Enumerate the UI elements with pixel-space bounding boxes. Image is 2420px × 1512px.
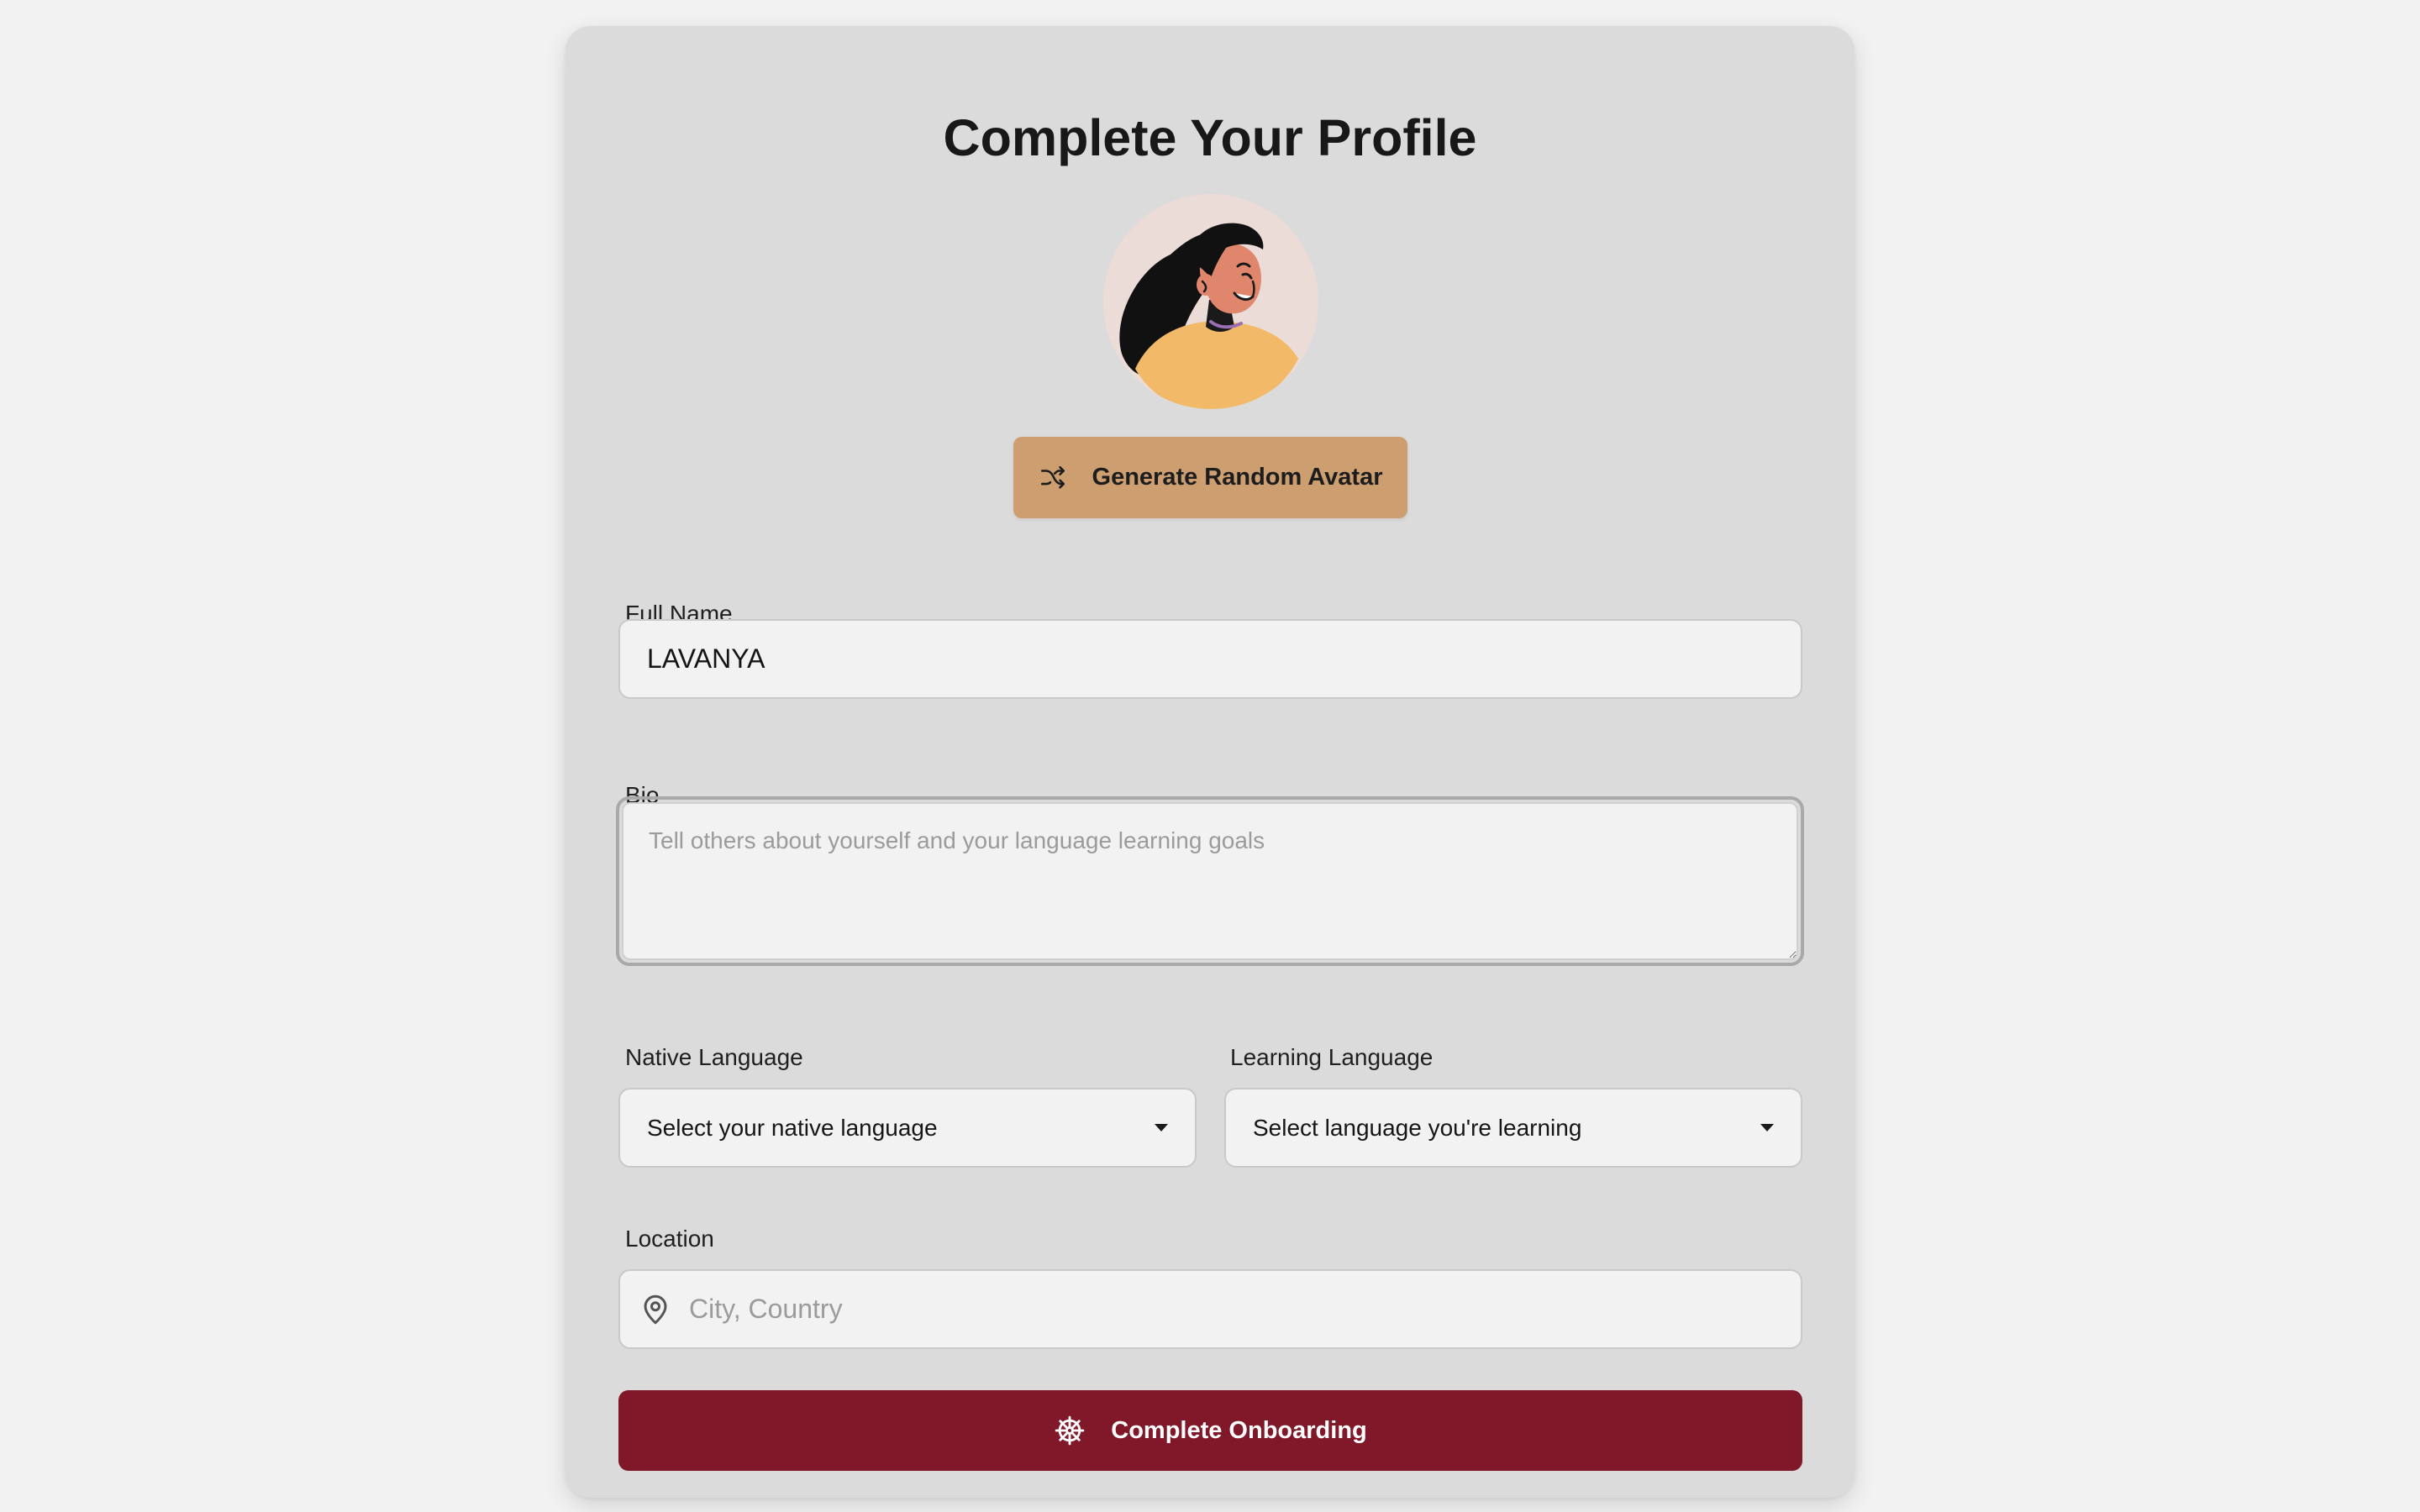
location-label: Location	[625, 1226, 714, 1252]
avatar	[1103, 194, 1318, 409]
native-language-label: Native Language	[625, 1044, 803, 1070]
chevron-down-icon	[1760, 1124, 1774, 1131]
learning-language-label: Learning Language	[1230, 1044, 1434, 1070]
location-input[interactable]	[689, 1271, 1801, 1347]
learning-language-selected: Select language you're learning	[1253, 1114, 1582, 1141]
map-pin-icon	[640, 1293, 671, 1326]
complete-onboarding-button[interactable]: Complete Onboarding	[618, 1390, 1802, 1471]
generate-random-avatar-button[interactable]: Generate Random Avatar	[1013, 437, 1407, 518]
bio-textarea[interactable]	[622, 802, 1798, 960]
profile-card: Complete Your Profile Generate Random Av…	[566, 26, 1854, 1498]
ship-wheel-icon	[1054, 1415, 1086, 1446]
bio-focus-ring	[616, 796, 1804, 966]
avatar-illustration	[1103, 194, 1318, 409]
full-name-input[interactable]	[618, 619, 1802, 699]
location-field	[618, 1269, 1802, 1349]
complete-onboarding-label: Complete Onboarding	[1111, 1416, 1367, 1444]
generate-random-avatar-label: Generate Random Avatar	[1092, 464, 1383, 491]
shuffle-icon	[1039, 464, 1067, 492]
native-language-selected: Select your native language	[647, 1114, 938, 1141]
learning-language-select[interactable]: Select language you're learning	[1224, 1088, 1802, 1168]
page-title: Complete Your Profile	[943, 109, 1477, 166]
native-language-select[interactable]: Select your native language	[618, 1088, 1197, 1168]
chevron-down-icon	[1155, 1124, 1168, 1131]
